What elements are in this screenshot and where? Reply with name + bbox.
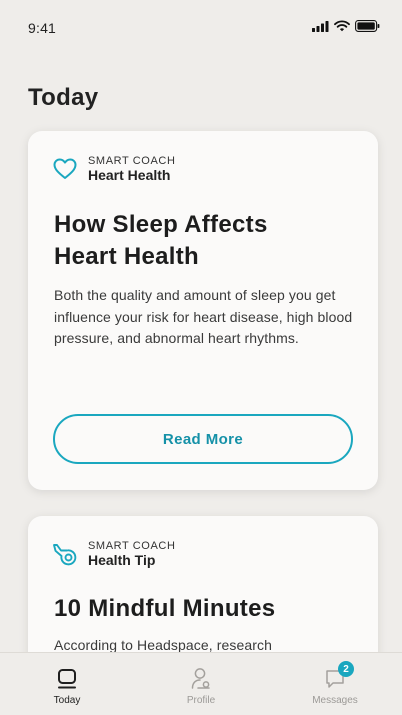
card-eyebrow: SMART COACH: [88, 155, 176, 167]
read-more-button[interactable]: Read More: [53, 414, 353, 464]
status-time: 9:41: [28, 20, 57, 36]
messages-badge: 2: [338, 661, 354, 677]
tab-messages[interactable]: 2 Messages: [280, 653, 390, 715]
heart-outline-icon: [52, 156, 78, 182]
article-card-heart-health[interactable]: SMART COACH Heart Health How Sleep Affec…: [28, 131, 378, 490]
card-title: 10 Mindful Minutes: [54, 593, 356, 625]
whistle-icon: [52, 541, 78, 567]
tab-label: Messages: [312, 695, 358, 706]
card-title: How Sleep Affects Heart Health: [54, 209, 356, 273]
tab-label: Profile: [186, 695, 216, 706]
card-eyebrow: SMART COACH: [88, 540, 176, 552]
messages-icon: 2: [324, 661, 354, 693]
wifi-icon: [334, 20, 350, 32]
battery-icon: [355, 20, 380, 32]
status-bar: 9:41: [0, 0, 402, 44]
signal-icon: [312, 20, 329, 32]
card-body: Both the quality and amount of sleep you…: [54, 287, 353, 346]
card-header-text: SMART COACH Heart Health: [88, 155, 175, 183]
card-category: Health Tip: [88, 552, 156, 568]
card-header: SMART COACH Health Tip: [52, 540, 175, 568]
card-category: Heart Health: [88, 167, 171, 183]
card-header: SMART COACH Heart Health: [52, 155, 175, 183]
tab-today[interactable]: Today: [12, 653, 122, 715]
card-title-line-1: How Sleep Affects: [54, 211, 268, 238]
tab-label: Today: [53, 695, 81, 706]
tab-profile[interactable]: Profile: [146, 653, 256, 715]
status-icons: [312, 20, 380, 32]
page-title: Today: [28, 84, 99, 111]
today-screen: 9:41 Today SMART COACH Heart Health How …: [0, 0, 402, 715]
profile-icon: [190, 665, 212, 693]
card-header-text: SMART COACH Health Tip: [88, 540, 175, 568]
card-title-line-1: 10 Mindful Minutes: [54, 595, 276, 622]
today-icon: [56, 665, 78, 693]
tab-bar: Today Profile 2 Messages: [0, 652, 402, 715]
card-title-line-2: Heart Health: [54, 243, 199, 270]
